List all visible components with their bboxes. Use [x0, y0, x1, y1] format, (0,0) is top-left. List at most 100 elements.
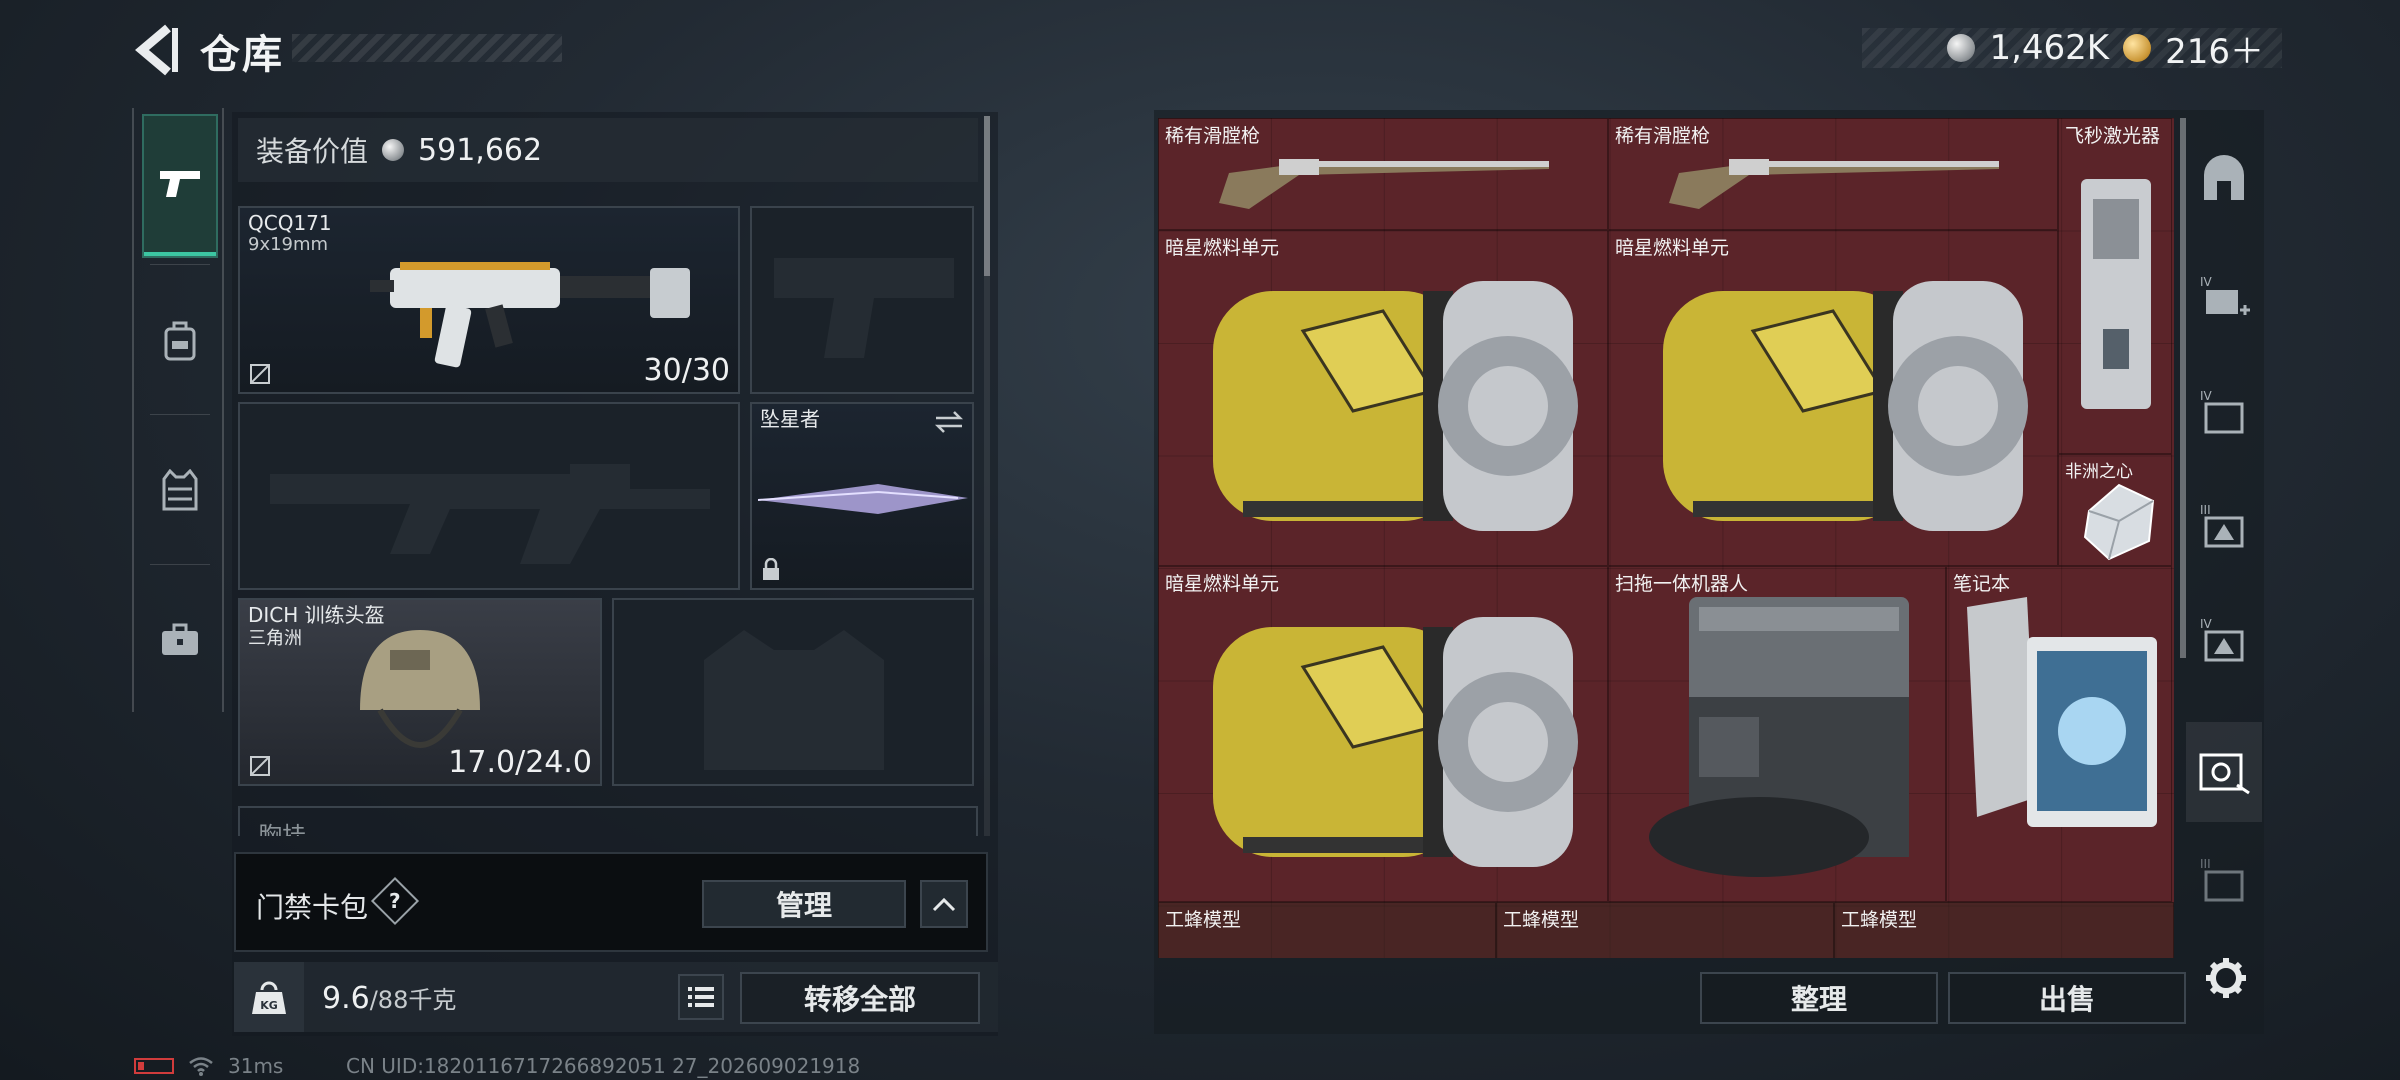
stash-tab-active[interactable]	[2186, 722, 2262, 822]
stash-item[interactable]: 暗星燃料单元	[1158, 230, 1608, 566]
stash-item[interactable]: 笔记本	[1946, 566, 2172, 902]
primary-weapon-slot[interactable]: QCQ171 9x19mm 30/30	[238, 206, 740, 394]
item-name: 笔记本	[1953, 573, 2011, 595]
stash-tab-7[interactable]: III	[2196, 852, 2252, 908]
armor-placeholder-icon	[704, 630, 884, 770]
stash-item[interactable]: 飞秒激光器	[2058, 118, 2172, 454]
helmet-brand: 三角洲	[248, 628, 302, 649]
secondary-weapon-slot[interactable]	[238, 402, 740, 590]
sell-button[interactable]: 出售	[1948, 972, 2186, 1024]
equip-value: 591,662	[418, 132, 543, 168]
melee-slot[interactable]: 坠星者	[750, 402, 974, 590]
gold-coin-icon	[2123, 34, 2152, 62]
list-view-button[interactable]	[678, 974, 724, 1020]
stash-active-icon	[2199, 753, 2250, 795]
settings-button[interactable]	[2200, 952, 2252, 1004]
stash-item[interactable]: 扫拖一体机器人	[1608, 566, 1946, 902]
musket-icon	[1669, 159, 1999, 209]
stash-item[interactable]: 暗星燃料单元	[1608, 230, 2058, 566]
kettlebell-icon: KG	[252, 981, 286, 1014]
stash-item[interactable]: 工蜂模型	[1496, 902, 1834, 958]
arch-icon	[2204, 155, 2244, 200]
ping-text: 31ms	[228, 1054, 284, 1078]
stash-iii-b-icon: III	[2200, 857, 2244, 902]
chest-rig-slot[interactable]: 胸挂	[238, 806, 978, 836]
stash-tab-3[interactable]: IV	[2196, 384, 2252, 440]
stash-add-icon: IV	[2200, 275, 2250, 315]
loadout-nav	[132, 108, 224, 712]
sidearm-slot[interactable]	[750, 206, 974, 394]
stash-tab-5[interactable]: IV	[2196, 612, 2252, 668]
gold-currency-value[interactable]: 216＋	[2165, 24, 2264, 73]
item-name: 暗星燃料单元	[1165, 573, 1280, 595]
nav-vest-tab[interactable]	[144, 420, 216, 560]
nav-toolbox-tab[interactable]	[144, 570, 216, 710]
stash-tab-2[interactable]: IV	[2196, 270, 2252, 326]
diamond-icon	[2083, 483, 2155, 561]
stash-item[interactable]: 工蜂模型	[1834, 902, 2174, 958]
back-arrow-icon	[135, 24, 178, 76]
kg-label: KG	[260, 999, 278, 1012]
armor-slot[interactable]	[612, 598, 974, 786]
stash-iv-b-icon: IV	[2200, 617, 2244, 662]
weight-current: 9.6	[322, 981, 370, 1016]
manage-button[interactable]: 管理	[702, 880, 906, 928]
melee-name: 坠星者	[760, 407, 820, 431]
helmet-slot[interactable]: DICH 训练头盔 三角洲 17.0/24.0	[238, 598, 602, 786]
nav-weapon-tab[interactable]	[142, 114, 218, 258]
item-name: 飞秒激光器	[2065, 125, 2161, 147]
transfer-all-button[interactable]: 转移全部	[740, 972, 980, 1024]
silver-currency-value: 1,462K	[1989, 28, 2110, 68]
status-row: 31ms	[134, 1054, 283, 1078]
weapon-ammo-type: 9x19mm	[248, 234, 329, 255]
briefcase-icon	[162, 623, 198, 655]
tier-label: III	[2200, 503, 2211, 517]
laptop-icon	[1967, 597, 2157, 827]
stash-item[interactable]: 稀有滑膛枪	[1158, 118, 1608, 230]
silver-coin-icon	[382, 139, 405, 161]
gear-icon	[2206, 958, 2246, 998]
stash-tabs: IV IV III IV III	[2186, 112, 2262, 932]
fuel-cell-icon	[1213, 617, 1578, 867]
item-name: 工蜂模型	[1503, 909, 1580, 931]
collapse-button[interactable]	[920, 880, 968, 928]
list-icon	[688, 987, 714, 1007]
currency-bar: 1,462K 216＋	[1862, 28, 2282, 72]
backpack-icon	[164, 321, 196, 361]
nav-backpack-tab[interactable]	[144, 270, 216, 410]
nav-divider	[150, 564, 210, 565]
knife-icon	[758, 484, 968, 514]
sort-button[interactable]: 整理	[1700, 972, 1938, 1024]
stash-item[interactable]: 工蜂模型	[1158, 902, 1496, 958]
stash-grid[interactable]: 稀有滑膛枪 稀有滑膛枪 飞秒激光器 暗星燃料单元 暗星燃料单元 非洲之心 暗星燃…	[1158, 118, 2174, 958]
weight-max: /88千克	[369, 986, 457, 1014]
stash-tab-main[interactable]	[2196, 152, 2252, 208]
nav-divider	[150, 264, 210, 265]
weight-icon-box: KG	[234, 962, 304, 1032]
stash-item[interactable]: 稀有滑膛枪	[1608, 118, 2058, 230]
help-mark: ?	[389, 888, 401, 913]
pistol-icon	[160, 171, 200, 197]
tier-label: III	[2200, 857, 2211, 871]
stash-item[interactable]: 暗星燃料单元	[1158, 566, 1608, 902]
loadout-scrollbar-thumb[interactable]	[984, 116, 990, 276]
battery-icon	[134, 1058, 174, 1074]
tier-label: IV	[2200, 389, 2213, 403]
unlocked-tag-icon	[250, 364, 270, 384]
swap-icon[interactable]	[934, 410, 964, 434]
weapon-name: QCQ171	[248, 211, 332, 235]
item-name: 工蜂模型	[1841, 909, 1918, 931]
back-button[interactable]	[130, 22, 182, 78]
laser-device-icon	[2081, 179, 2151, 409]
wifi-icon	[189, 1057, 213, 1076]
item-name: 暗星燃料单元	[1615, 237, 1730, 259]
stash-item[interactable]: 非洲之心	[2058, 454, 2172, 566]
weight-readout: 9.6/88千克	[322, 980, 456, 1016]
item-name: 非洲之心	[2065, 462, 2133, 482]
keycard-label: 门禁卡包	[256, 891, 369, 924]
rifle-placeholder-icon	[270, 464, 710, 564]
equip-value-label: 装备价值	[256, 135, 369, 168]
tier-label: IV	[2200, 275, 2213, 289]
title-decoration	[292, 34, 562, 62]
stash-tab-4[interactable]: III	[2196, 498, 2252, 554]
